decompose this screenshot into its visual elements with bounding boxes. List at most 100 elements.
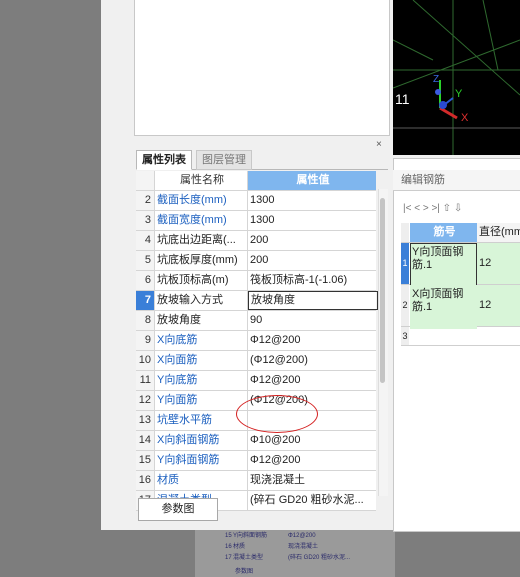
property-name: 截面宽度(mm) <box>155 211 248 230</box>
diameter-cell[interactable]: 12 <box>477 243 520 284</box>
row-number: 11 <box>136 371 155 390</box>
diameter-cell[interactable]: 12 <box>477 285 520 326</box>
property-name: 坑板顶标高(m) <box>155 271 248 290</box>
property-name: 放坡输入方式 <box>155 291 248 310</box>
table-row[interactable]: 3 截面宽度(mm) 1300 <box>136 211 376 231</box>
table-row[interactable]: 2 截面长度(mm) 1300 <box>136 191 376 211</box>
header-diameter: 直径(mm <box>477 223 520 242</box>
row-number: 14 <box>136 431 155 450</box>
property-name: 坑底板厚度(mm) <box>155 251 248 270</box>
property-value[interactable]: Φ10@200 <box>248 431 376 450</box>
property-name: X向面筋 <box>155 351 248 370</box>
table-row[interactable]: 4 坑底出边距离(... 200 <box>136 231 376 251</box>
table-row[interactable]: 15 Y向斜面钢筋 Φ12@200 <box>136 451 376 471</box>
row-number-header <box>401 223 409 242</box>
rebar-row[interactable]: 2 X向顶面钢筋.1 12 <box>401 285 520 329</box>
3d-viewport[interactable]: 11 Y X Z <box>393 0 520 155</box>
row-number: 4 <box>136 231 155 250</box>
z-axis-label: Z <box>433 74 440 85</box>
row-number: 1 <box>401 243 409 284</box>
row-number: 5 <box>136 251 155 270</box>
rebar-row-selected[interactable]: 1 Y向顶面钢筋.1 12 <box>401 243 520 287</box>
rebar-navigation-toolbar[interactable]: |< < > >| ⇧ ⇩ <box>403 203 462 214</box>
bar-number-cell[interactable]: Y向顶面钢筋.1 <box>410 243 477 287</box>
top-left-panel <box>134 0 390 136</box>
property-name: X向底筋 <box>155 331 248 350</box>
table-row[interactable]: 11 Y向底筋 Φ12@200 <box>136 371 376 391</box>
scrollbar-thumb[interactable] <box>380 198 385 383</box>
rebar-row-empty[interactable]: 3 <box>401 327 520 346</box>
property-value[interactable]: 90 <box>248 311 376 330</box>
bar-number-cell[interactable]: X向顶面钢筋.1 <box>410 285 477 329</box>
row-number: 2 <box>401 285 409 326</box>
tab-property-list[interactable]: 属性列表 <box>136 150 192 170</box>
property-value[interactable]: Φ12@200 <box>248 371 376 390</box>
row-number: 8 <box>136 311 155 330</box>
row-number: 9 <box>136 331 155 350</box>
property-name: 材质 <box>155 471 248 490</box>
viewport-counter: 11 <box>395 91 410 107</box>
viewport-grid <box>393 0 520 155</box>
row-number: 10 <box>136 351 155 370</box>
property-name: 坑壁水平筋 <box>155 411 248 430</box>
property-table: 属性名称 属性值 2 截面长度(mm) 1300 3 截面宽度(mm) 1300 4 坑底… <box>136 171 378 511</box>
table-header-row: 属性名称 属性值 <box>136 171 376 191</box>
table-row[interactable]: 6 坑板顶标高(m) 筏板顶标高-1(-1.06) <box>136 271 376 291</box>
table-row[interactable]: 5 坑底板厚度(mm) 200 <box>136 251 376 271</box>
row-number: 3 <box>136 211 155 230</box>
property-value[interactable]: (Φ12@200) <box>248 351 376 370</box>
property-value[interactable]: 200 <box>248 231 376 250</box>
table-row[interactable]: 14 X向斜面钢筋 Φ10@200 <box>136 431 376 451</box>
bar-number-cell[interactable] <box>410 327 477 345</box>
rebar-header-row: 筋号 直径(mm <box>401 223 520 243</box>
table-row[interactable]: 9 X向底筋 Φ12@200 <box>136 331 376 351</box>
table-row[interactable]: 10 X向面筋 (Φ12@200) <box>136 351 376 371</box>
parameter-diagram-button[interactable]: 参数图 <box>138 498 218 521</box>
tab-layer-management[interactable]: 图层管理 <box>196 150 252 170</box>
property-value[interactable]: 筏板顶标高-1(-1.06) <box>248 271 376 290</box>
annotation-circle <box>236 395 318 433</box>
property-value[interactable]: 200 <box>248 251 376 270</box>
property-name: Y向底筋 <box>155 371 248 390</box>
row-number: 3 <box>401 327 409 345</box>
header-property-name: 属性名称 <box>155 171 248 190</box>
table-row-selected[interactable]: 7 放坡输入方式 放坡角度 <box>136 291 378 311</box>
header-bar-number: 筋号 <box>410 223 477 242</box>
property-value[interactable]: 1300 <box>248 191 376 210</box>
property-name: X向斜面钢筋 <box>155 431 248 450</box>
property-value[interactable]: (碎石 GD20 粗砂水泥... <box>248 491 376 510</box>
row-number: 7 <box>136 291 155 310</box>
rebar-editor-title: 编辑钢筋 <box>393 170 520 191</box>
ghost-row: 16材质 现浇混凝土 <box>225 544 319 550</box>
property-value[interactable]: Φ12@200 <box>248 331 376 350</box>
ghost-row: 15Y向斜面钢筋 Φ12@200 <box>225 533 316 539</box>
property-name: 放坡角度 <box>155 311 248 330</box>
header-property-value: 属性值 <box>248 171 376 190</box>
row-number-header <box>136 171 155 190</box>
property-value[interactable]: 1300 <box>248 211 376 230</box>
property-name: Y向斜面钢筋 <box>155 451 248 470</box>
rebar-table: 筋号 直径(mm 1 Y向顶面钢筋.1 12 2 X向顶面钢筋.1 12 3 <box>401 223 520 346</box>
row-number: 16 <box>136 471 155 490</box>
ghost-row: 参数图 <box>235 569 254 575</box>
property-value-editor[interactable]: 放坡角度 <box>248 291 378 310</box>
property-name: 截面长度(mm) <box>155 191 248 210</box>
diameter-cell[interactable] <box>477 327 520 345</box>
x-axis-label: X <box>461 112 469 124</box>
close-icon[interactable]: × <box>376 139 382 150</box>
property-name: 坑底出边距离(... <box>155 231 248 250</box>
table-row[interactable]: 8 放坡角度 90 <box>136 311 376 331</box>
property-value[interactable]: 现浇混凝土 <box>248 471 376 490</box>
y-axis-label: Y <box>455 88 463 100</box>
row-number: 12 <box>136 391 155 410</box>
tab-bar: 属性列表 图层管理 <box>136 150 388 170</box>
background-window: 15Y向斜面钢筋 Φ12@200 16材质 现浇混凝土 17混凝土类型 (碎石 GD2… <box>195 528 395 577</box>
table-row[interactable]: 16 材质 现浇混凝土 <box>136 471 376 491</box>
property-value[interactable]: Φ12@200 <box>248 451 376 470</box>
axis-gizmo-icon <box>435 80 458 120</box>
row-number: 15 <box>136 451 155 470</box>
property-name: Y向面筋 <box>155 391 248 410</box>
ghost-row: 17混凝土类型 (碎石 GD20 粗砂水泥... <box>225 555 351 561</box>
row-number: 6 <box>136 271 155 290</box>
row-number: 13 <box>136 411 155 430</box>
